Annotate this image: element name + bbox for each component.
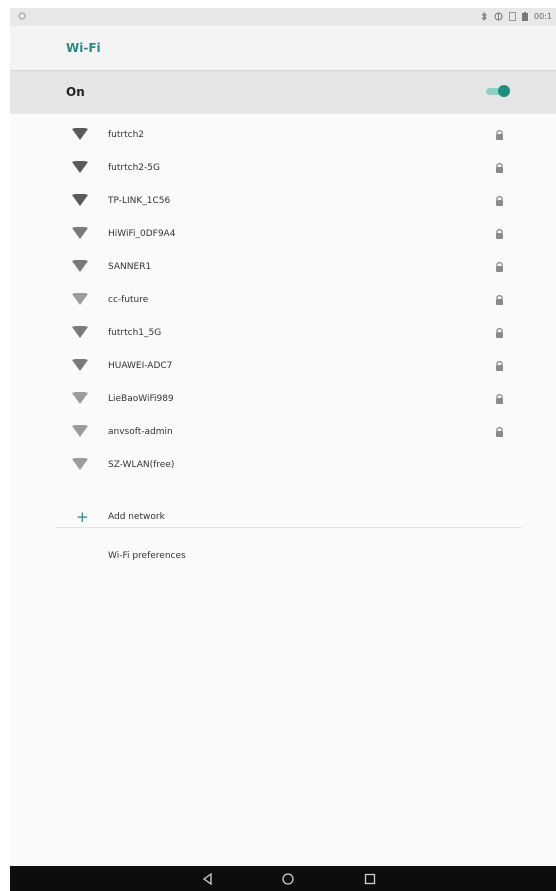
- status-bar: 00:1: [10, 8, 556, 26]
- battery-saver-icon: [509, 12, 517, 21]
- navigation-bar: [10, 866, 556, 891]
- lock-icon: [496, 162, 503, 173]
- network-item[interactable]: HUAWEI-ADC7: [10, 351, 556, 381]
- wifi-signal-icon: [72, 359, 88, 371]
- wifi-toggle[interactable]: [486, 85, 510, 97]
- network-item[interactable]: cc-future: [10, 285, 556, 315]
- wifi-signal-icon: [72, 260, 88, 272]
- network-name: futrtch1_5G: [108, 328, 162, 338]
- network-item[interactable]: SZ-WLAN(free): [10, 450, 556, 480]
- lock-icon: [496, 393, 503, 404]
- app-bar: Wi-Fi: [10, 26, 556, 71]
- wifi-signal-icon: [72, 293, 88, 305]
- network-name: HiWiFi_0DF9A4: [108, 229, 176, 239]
- recents-icon[interactable]: [362, 871, 378, 887]
- lock-icon: [496, 360, 503, 371]
- lock-icon: [496, 261, 503, 272]
- network-item[interactable]: HiWiFi_0DF9A4: [10, 219, 556, 249]
- clock: 00:1: [534, 12, 552, 21]
- lock-icon: [496, 294, 503, 305]
- wifi-signal-icon: [72, 425, 88, 437]
- lock-icon: [496, 327, 503, 338]
- wifi-signal-icon: [72, 128, 88, 140]
- back-icon[interactable]: [200, 871, 216, 887]
- network-name: TP-LINK_1C56: [108, 196, 171, 206]
- lock-icon: [496, 228, 503, 239]
- network-item[interactable]: SANNER1: [10, 252, 556, 282]
- network-item[interactable]: futrtch2: [10, 120, 556, 150]
- home-icon[interactable]: [280, 871, 296, 887]
- network-item[interactable]: anvsoft-admin: [10, 417, 556, 447]
- network-item[interactable]: futrtch2-5G: [10, 153, 556, 183]
- wifi-signal-icon: [72, 227, 88, 239]
- wifi-preferences-link[interactable]: Wi-Fi preferences: [108, 551, 186, 561]
- notification-icon: [18, 12, 26, 22]
- network-name: cc-future: [108, 295, 149, 305]
- network-name: SANNER1: [108, 262, 152, 272]
- network-item[interactable]: TP-LINK_1C56: [10, 186, 556, 216]
- network-name: SZ-WLAN(free): [108, 460, 175, 470]
- toggle-thumb: [498, 85, 510, 97]
- network-name: HUAWEI-ADC7: [108, 361, 173, 371]
- lock-icon: [496, 195, 503, 206]
- lock-icon: [496, 426, 503, 437]
- network-name: futrtch2: [108, 130, 145, 140]
- wifi-master-switch-row[interactable]: On: [10, 71, 556, 114]
- divider: [56, 527, 522, 528]
- network-name: futrtch2-5G: [108, 163, 160, 173]
- add-network-row[interactable]: + Add network: [10, 504, 556, 534]
- network-name: anvsoft-admin: [108, 427, 173, 437]
- status-icons: 00:1: [481, 12, 552, 21]
- data-icon: [494, 12, 503, 21]
- lock-icon: [496, 129, 503, 140]
- network-item[interactable]: LieBaoWiFi989: [10, 384, 556, 414]
- plus-icon: +: [76, 508, 89, 526]
- wifi-signal-icon: [72, 326, 88, 338]
- network-item[interactable]: futrtch1_5G: [10, 318, 556, 348]
- wifi-signal-icon: [72, 458, 88, 470]
- add-network-label: Add network: [108, 512, 165, 522]
- wifi-switch-label: On: [66, 85, 85, 99]
- wifi-signal-icon: [72, 161, 88, 173]
- battery-icon: [522, 12, 529, 21]
- network-name: LieBaoWiFi989: [108, 394, 174, 404]
- wifi-signal-icon: [72, 194, 88, 206]
- page-title: Wi-Fi: [66, 41, 101, 55]
- wifi-signal-icon: [72, 392, 88, 404]
- settings-screen: 00:1 Wi-Fi On futrtch2 futrtch2-5G TP-LI…: [10, 8, 556, 866]
- bluetooth-icon: [481, 12, 487, 21]
